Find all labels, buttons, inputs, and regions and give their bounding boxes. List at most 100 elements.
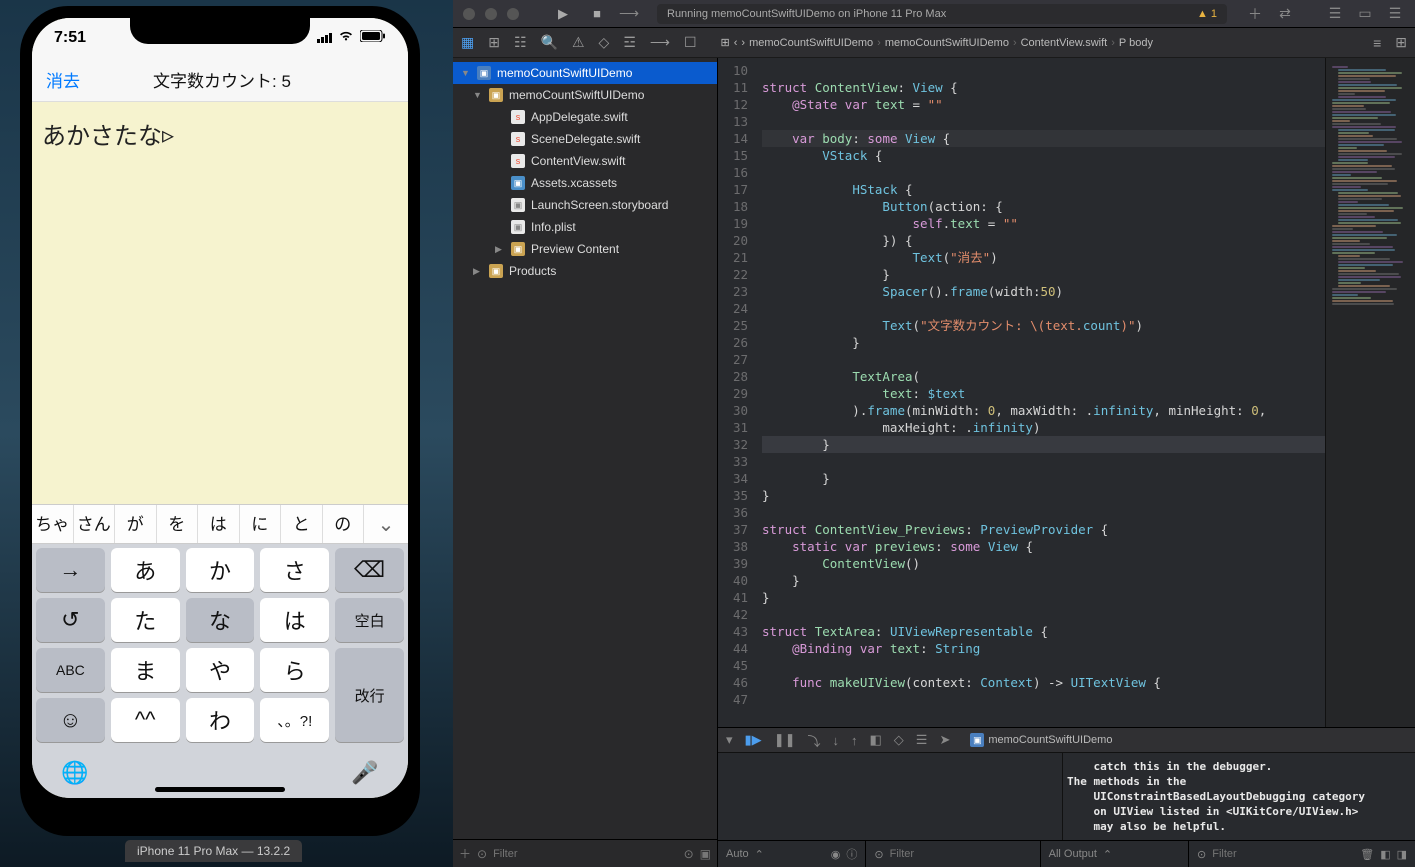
key-punct[interactable]: 、。?! <box>260 698 329 742</box>
key-abc[interactable]: ABC <box>36 648 105 692</box>
clock-icon[interactable]: ⊙ <box>684 847 694 861</box>
tree-project[interactable]: ▼▣memoCountSwiftUIDemo <box>453 62 717 84</box>
key-a[interactable]: あ <box>111 548 180 592</box>
tree-file[interactable]: sSceneDelegate.swift <box>453 128 717 150</box>
add-icon[interactable]: ＋ <box>459 845 471 862</box>
hide-debug-icon[interactable]: ▾ <box>726 732 733 748</box>
breakpoint-toggle-icon[interactable]: ▮▶ <box>745 732 762 748</box>
key-ha[interactable]: は <box>260 598 329 642</box>
issue-navigator-icon[interactable]: ⚠ <box>572 34 585 51</box>
add-editor-icon[interactable]: ⊞ <box>1395 34 1407 51</box>
key-undo[interactable]: ↺ <box>36 598 105 642</box>
trash-icon[interactable]: 🗑 <box>1360 848 1374 861</box>
tree-group[interactable]: ▶▣Products <box>453 260 717 282</box>
step-over-icon[interactable]: ⤵ <box>807 731 820 750</box>
key-wa[interactable]: わ <box>186 698 255 742</box>
key-ra[interactable]: ら <box>260 648 329 692</box>
key-sa[interactable]: さ <box>260 548 329 592</box>
scheme-icon[interactable]: ⟶ <box>619 5 639 22</box>
tree-file[interactable]: sAppDelegate.swift <box>453 106 717 128</box>
report-navigator-icon[interactable]: ☐ <box>684 34 697 51</box>
globe-icon[interactable]: 🌐 <box>60 758 90 788</box>
panel-left-icon[interactable]: ☰ <box>1325 5 1345 22</box>
left-pane-icon[interactable]: ◧ <box>1380 848 1390 861</box>
memory-graph-icon[interactable]: ◇ <box>894 732 904 748</box>
suggestion-item[interactable]: ちゃん <box>32 505 74 543</box>
step-into-icon[interactable]: ↓ <box>833 733 840 748</box>
suggestion-item[interactable]: を <box>157 505 199 543</box>
debug-process[interactable]: ▣ memoCountSwiftUIDemo <box>970 733 1112 747</box>
test-navigator-icon[interactable]: ◇ <box>599 34 610 51</box>
panel-bottom-icon[interactable]: ▭ <box>1355 5 1375 22</box>
env-override-icon[interactable]: ☰ <box>916 732 928 748</box>
breakpoint-navigator-icon[interactable]: ⟶ <box>650 34 670 51</box>
crumb-seg[interactable]: memoCountSwiftUIDemo <box>885 37 1009 49</box>
file-tree[interactable]: ▼▣memoCountSwiftUIDemo ▼▣memoCountSwiftU… <box>453 58 717 839</box>
tree-file[interactable]: ▣Info.plist <box>453 216 717 238</box>
view-debug-icon[interactable]: ◧ <box>870 732 882 748</box>
crumb-seg[interactable]: ContentView.swift <box>1021 37 1108 49</box>
crumb-seg[interactable]: P body <box>1119 37 1153 49</box>
panel-right-icon[interactable]: ☰ <box>1385 5 1405 22</box>
warning-badge[interactable]: ▲ 1 <box>1197 4 1217 24</box>
tree-file[interactable]: ▣Assets.xcassets <box>453 172 717 194</box>
window-min-icon[interactable] <box>485 8 497 20</box>
symbol-navigator-icon[interactable]: ☷ <box>514 34 527 51</box>
suggestion-item[interactable]: は <box>198 505 240 543</box>
console-output[interactable]: catch this in the debugger. The methods … <box>1063 753 1415 840</box>
key-ma[interactable]: ま <box>111 648 180 692</box>
key-ya[interactable]: や <box>186 648 255 692</box>
run-button[interactable]: ▶ <box>551 5 575 23</box>
minimap[interactable] <box>1325 58 1415 727</box>
suggestion-item[interactable]: さん <box>74 505 116 543</box>
tree-group[interactable]: ▶▣Preview Content <box>453 238 717 260</box>
key-emoji[interactable]: ☺ <box>36 698 105 742</box>
code-review-icon[interactable]: ⇄ <box>1275 5 1295 22</box>
chevron-down-icon[interactable]: ⌄ <box>364 505 408 543</box>
mic-icon[interactable]: 🎤 <box>350 758 380 788</box>
stop-button[interactable]: ■ <box>585 5 609 23</box>
back-icon[interactable]: ‹ <box>734 37 738 49</box>
info-icon[interactable]: ⓘ <box>846 846 857 862</box>
all-output-label[interactable]: All Output <box>1049 848 1097 860</box>
debug-navigator-icon[interactable]: ☲ <box>623 34 636 51</box>
editor-options-icon[interactable]: ≡ <box>1373 35 1381 51</box>
suggestion-item[interactable]: と <box>281 505 323 543</box>
variables-filter-input[interactable] <box>890 848 1032 860</box>
key-space[interactable]: 空白 <box>335 598 404 642</box>
pause-icon[interactable]: ❚❚ <box>774 732 796 748</box>
jump-bar[interactable]: ⊞ ‹ › memoCountSwiftUIDemo› memoCountSwi… <box>711 36 1360 49</box>
memo-textarea[interactable]: あかさたな▹ <box>32 102 408 504</box>
source-control-icon[interactable]: ⊞ <box>488 34 500 51</box>
source-editor[interactable]: 10 11 12 13 14 15 16 17 18 19 20 21 22 2… <box>718 58 1325 727</box>
find-navigator-icon[interactable]: 🔍 <box>541 34 558 51</box>
scm-icon[interactable]: ▣ <box>700 847 711 861</box>
key-na[interactable]: な <box>186 598 255 642</box>
key-backspace[interactable]: ⌫ <box>335 548 404 592</box>
key-return[interactable]: 改行 <box>335 648 404 742</box>
auto-label[interactable]: Auto <box>726 848 749 860</box>
step-out-icon[interactable]: ↑ <box>851 733 858 748</box>
key-next[interactable]: → <box>36 548 105 592</box>
key-ta[interactable]: た <box>111 598 180 642</box>
home-indicator[interactable] <box>155 787 285 792</box>
add-tab-icon[interactable]: ＋ <box>1245 4 1265 24</box>
suggestion-item[interactable]: の <box>323 505 365 543</box>
crumb-seg[interactable]: memoCountSwiftUIDemo <box>749 37 873 49</box>
forward-icon[interactable]: › <box>741 37 745 49</box>
window-close-icon[interactable] <box>463 8 475 20</box>
console-filter-input[interactable] <box>1212 848 1354 860</box>
project-navigator-icon[interactable]: ▦ <box>461 34 474 51</box>
window-zoom-icon[interactable] <box>507 8 519 20</box>
variables-view[interactable] <box>718 753 1063 840</box>
eye-icon[interactable]: ◉ <box>831 848 841 861</box>
tree-group[interactable]: ▼▣memoCountSwiftUIDemo <box>453 84 717 106</box>
tree-file[interactable]: ▣LaunchScreen.storyboard <box>453 194 717 216</box>
tree-file[interactable]: sContentView.swift <box>453 150 717 172</box>
code-content[interactable]: struct ContentView: View { @State var te… <box>756 58 1325 727</box>
filter-input[interactable] <box>493 848 678 860</box>
right-pane-icon[interactable]: ◨ <box>1397 848 1407 861</box>
key-kaomoji[interactable]: ^^ <box>111 698 180 742</box>
key-ka[interactable]: か <box>186 548 255 592</box>
location-icon[interactable]: ➤ <box>939 732 950 748</box>
